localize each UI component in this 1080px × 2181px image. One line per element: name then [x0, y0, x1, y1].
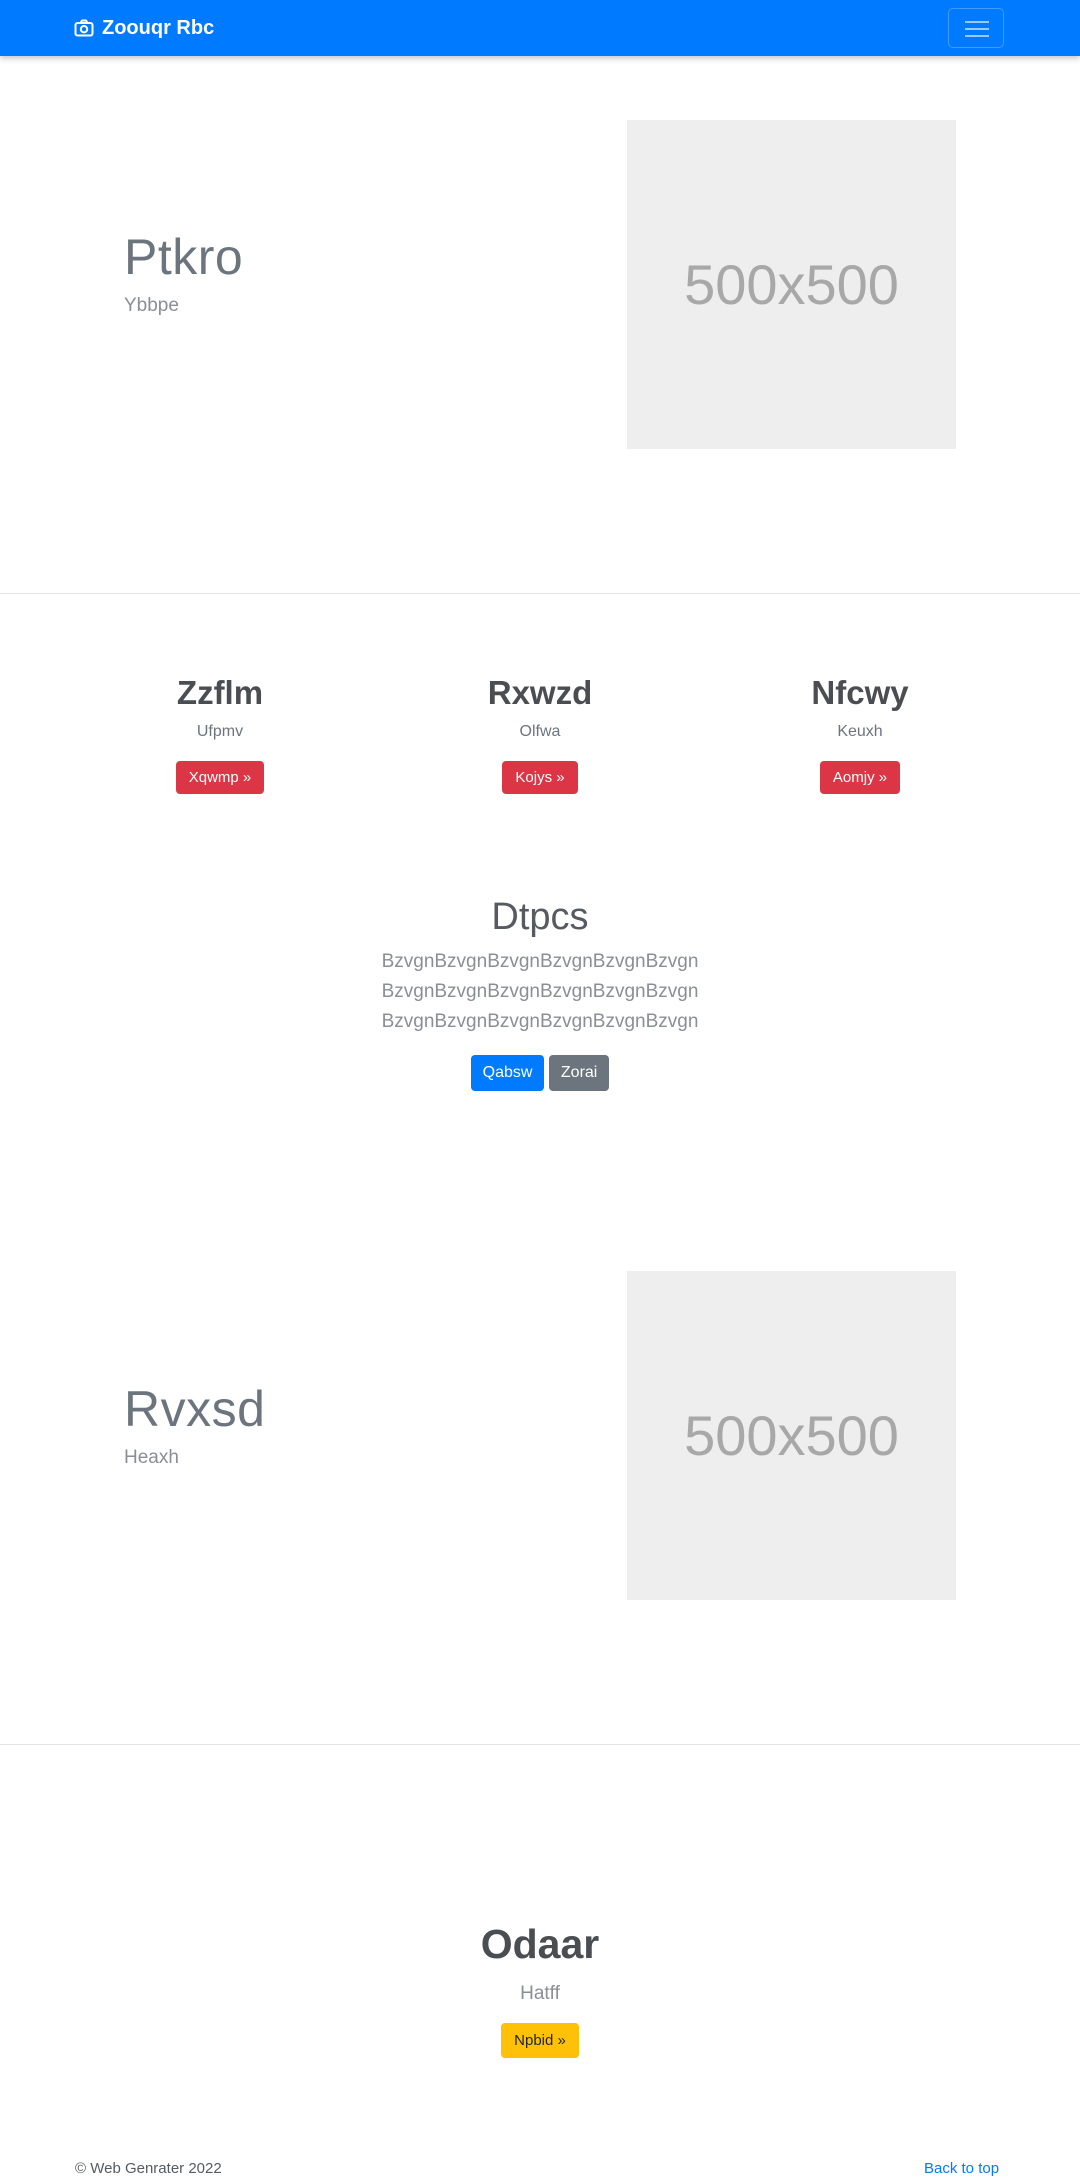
cta-subtitle: Hatff [520, 1983, 560, 2005]
placeholder-label: 500x500 [684, 253, 899, 316]
feature-column: Nfcwy Keuxh Aomjy » [730, 673, 990, 794]
feature-column: Zzflm Ufpmv Xqwmp » [90, 673, 350, 794]
camera-icon [74, 19, 94, 37]
feature-button[interactable]: Kojys » [502, 760, 578, 794]
placeholder-image: 500x500 [627, 1271, 956, 1600]
feature-subtitle: Olfwa [519, 722, 561, 740]
divider [0, 593, 1080, 594]
cta-section: Odaar Hatff Npbid » [0, 1920, 1080, 2059]
placeholder-image: 500x500 [627, 120, 956, 449]
brand-link[interactable]: Zoouqr Rbc [74, 14, 214, 42]
feature-title: Zzflm [176, 674, 264, 711]
cta-button[interactable]: Npbid » [501, 2023, 579, 2059]
jumbotron-actions: Qabsw Zorai [0, 1055, 1080, 1091]
placeholder-label: 500x500 [684, 1404, 899, 1467]
feature-title: Nfcwy [811, 674, 909, 711]
jumbotron-title: Dtpcs [491, 896, 589, 938]
jumbotron: Dtpcs BzvgnBzvgnBzvgnBzvgnBzvgnBzvgn Bzv… [0, 896, 1080, 1091]
divider [0, 1744, 1080, 1745]
lead-text: BzvgnBzvgnBzvgnBzvgnBzvgnBzvgn [381, 951, 699, 972]
feature-title: Rxwzd [487, 674, 593, 711]
feature-subtitle: Keuxh [837, 722, 883, 740]
footer-copyright: © Web Genrater 2022 [75, 2160, 222, 2177]
primary-button[interactable]: Qabsw [470, 1055, 545, 1091]
feature-column: Rxwzd Olfwa Kojys » [410, 673, 670, 794]
lead-text: BzvgnBzvgnBzvgnBzvgnBzvgnBzvgn [381, 981, 699, 1002]
hero-title: Rvxsd [124, 1381, 266, 1437]
back-to-top-link[interactable]: Back to top [924, 2160, 999, 2177]
feature-button[interactable]: Aomjy » [819, 760, 901, 794]
feature-subtitle: Ufpmv [196, 722, 244, 740]
hero-subtitle: Heaxh [124, 1447, 179, 1468]
brand-name: Zoouqr Rbc [102, 16, 215, 39]
navbar: Zoouqr Rbc [0, 0, 1080, 56]
hero-title: Ptkro [124, 229, 244, 285]
cta-title: Odaar [480, 1921, 600, 1967]
feature-button[interactable]: Xqwmp » [175, 760, 265, 794]
jumbotron-lead: BzvgnBzvgnBzvgnBzvgnBzvgnBzvgn BzvgnBzvg… [0, 947, 1080, 1037]
navbar-toggler-button[interactable] [948, 8, 1004, 48]
hero-subtitle: Ybbpe [124, 295, 179, 316]
secondary-button[interactable]: Zorai [548, 1055, 610, 1091]
lead-text: BzvgnBzvgnBzvgnBzvgnBzvgnBzvgn [381, 1011, 699, 1032]
